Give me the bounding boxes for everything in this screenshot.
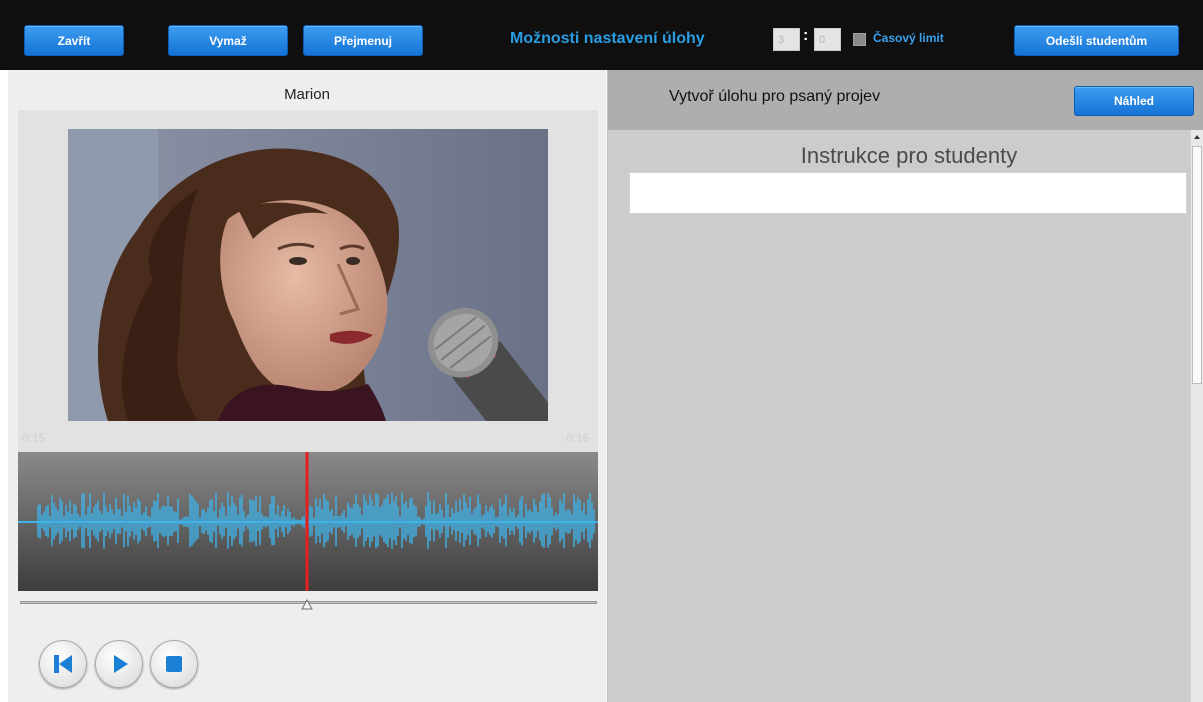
video-frame[interactable]	[68, 129, 548, 421]
scrollbar-thumb[interactable]	[1192, 146, 1202, 384]
time-limit-checkbox[interactable]	[853, 33, 866, 46]
timeline-slider-thumb[interactable]	[301, 597, 313, 615]
time-seconds-input[interactable]: 0	[814, 28, 841, 51]
top-toolbar: Zavřít Vymaž Přejmenuj Možnosti nastaven…	[0, 0, 1203, 70]
current-time: 0:15	[22, 431, 46, 445]
instructions-input[interactable]	[629, 172, 1187, 214]
close-button[interactable]: Zavřít	[24, 25, 124, 56]
waveform-bars	[37, 492, 595, 549]
time-separator: :	[803, 27, 809, 44]
play-button[interactable]	[95, 640, 143, 688]
media-title: Marion	[284, 86, 330, 103]
stop-button[interactable]	[150, 640, 198, 688]
clear-button[interactable]: Vymaž	[168, 25, 288, 56]
play-icon	[114, 655, 128, 673]
total-time: 0:16	[566, 431, 590, 445]
stop-icon	[166, 656, 182, 672]
instructions-heading: Instrukce pro studenty	[800, 143, 1018, 168]
rewind-button[interactable]	[39, 640, 87, 688]
settings-title: Možnosti nastavení úlohy	[510, 30, 705, 47]
time-minutes-input[interactable]: 3	[773, 28, 800, 51]
send-to-students-button[interactable]: Odešli studentům	[1014, 25, 1179, 56]
audio-waveform[interactable]	[18, 452, 598, 591]
skip-to-start-icon	[54, 655, 72, 673]
time-limit-label: Časový limit	[873, 31, 944, 45]
waveform-graphic	[18, 452, 598, 591]
speaker-video-image	[68, 129, 548, 421]
task-title: Vytvoř úlohu pro psaný projev	[669, 88, 881, 105]
scroll-up-arrow-icon[interactable]	[1191, 130, 1203, 144]
rename-button[interactable]: Přejmenuj	[303, 25, 423, 56]
preview-button[interactable]: Náhled	[1074, 86, 1194, 116]
